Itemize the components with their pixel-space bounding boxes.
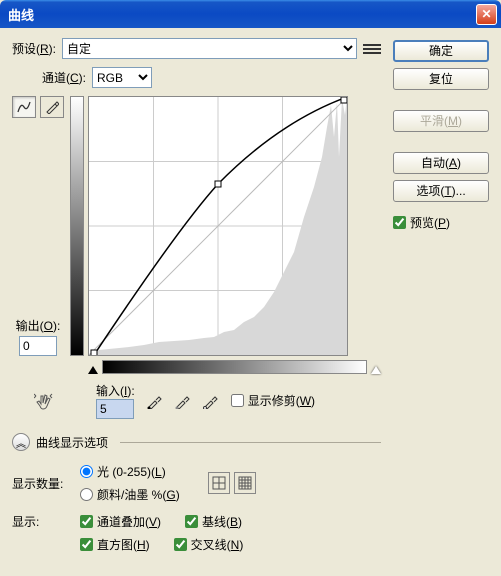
titlebar: 曲线 ✕ [0,0,501,28]
preset-label: 预设(R): [12,40,56,57]
preset-row: 预设(R): 自定 [12,38,381,59]
white-slider[interactable] [371,361,381,374]
radio-light[interactable]: 光 (0-255)(L) [80,463,180,480]
auto-button[interactable]: 自动(A) [393,152,489,174]
curve-point-low [91,350,97,355]
display-amount-label: 显示数量: [12,475,72,492]
eyedropper-black[interactable] [145,391,165,411]
smooth-button: 平滑(M) [393,110,489,132]
channel-label: 通道(C): [42,69,86,86]
output-label: 输出(O): [16,317,61,334]
check-baseline[interactable]: 基线(B) [185,513,242,530]
radio-pigment[interactable]: 颜料/油墨 %(G) [80,486,180,503]
preview-check[interactable]: 预览(P) [393,214,450,231]
collapse-toggle[interactable]: ︽ [12,433,30,451]
check-histogram[interactable]: 直方图(H) [80,536,150,553]
input-input[interactable] [96,399,134,419]
pencil-tool-button[interactable] [40,96,64,118]
hand-adjust-icon[interactable] [32,390,56,412]
options-button[interactable]: 选项(T)... [393,180,489,202]
grid-simple-button[interactable] [208,472,230,494]
eyedropper-gray[interactable] [173,391,193,411]
curve-tool-button[interactable] [12,96,36,118]
options-title: 曲线显示选项 [36,434,108,451]
preset-select[interactable]: 自定 [62,38,357,59]
preset-menu-icon[interactable] [363,40,381,58]
input-label: 输入(I): [96,384,135,398]
horizontal-gradient [102,360,367,374]
reset-button[interactable]: 复位 [393,68,489,90]
display-label: 显示: [12,513,72,530]
eyedropper-white[interactable] [201,391,221,411]
curve-point-mid [215,181,221,187]
curves-svg [89,97,347,355]
check-overlay[interactable]: 通道叠加(V) [80,513,161,530]
check-intersection[interactable]: 交叉线(N) [174,536,244,553]
vertical-gradient [70,96,84,356]
pencil-icon [45,100,59,114]
black-slider[interactable] [88,361,98,374]
window-title: 曲线 [8,5,476,24]
ok-button[interactable]: 确定 [393,40,489,62]
show-clipping-check[interactable]: 显示修剪(W) [231,392,315,409]
curves-graph[interactable] [88,96,348,356]
channel-row: 通道(C): RGB [42,67,381,88]
grid-detailed-button[interactable] [234,472,256,494]
channel-select[interactable]: RGB [92,67,152,88]
curve-point-high [341,97,347,103]
curve-icon [16,100,32,114]
output-input[interactable] [19,336,57,356]
close-button[interactable]: ✕ [476,4,497,25]
